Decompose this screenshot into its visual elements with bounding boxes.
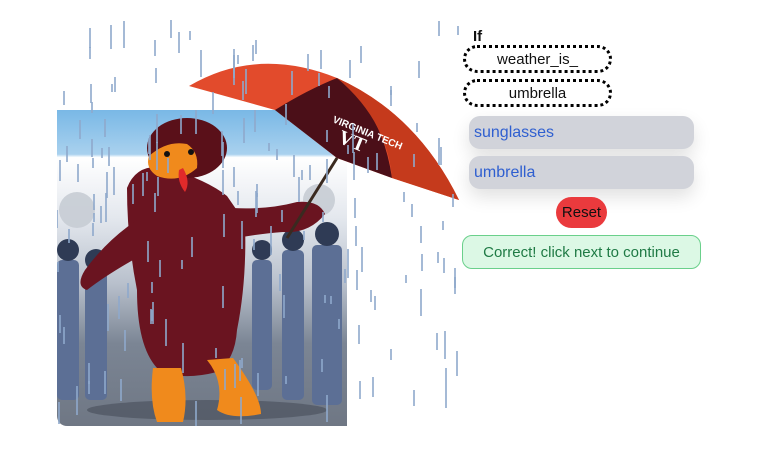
reset-button[interactable]: Reset: [556, 197, 607, 228]
condition-slot[interactable]: weather_is_: [463, 45, 612, 73]
rule-title: If: [473, 28, 483, 45]
status-message: Correct! click next to continue: [462, 235, 701, 269]
rain-overlay: [57, 20, 459, 426]
consequence-slot[interactable]: umbrella: [463, 79, 612, 107]
option-sunglasses[interactable]: sunglasses: [469, 116, 694, 149]
weather-scene: VIRGINIA TECH VT: [57, 20, 462, 426]
option-umbrella[interactable]: umbrella: [469, 156, 694, 189]
